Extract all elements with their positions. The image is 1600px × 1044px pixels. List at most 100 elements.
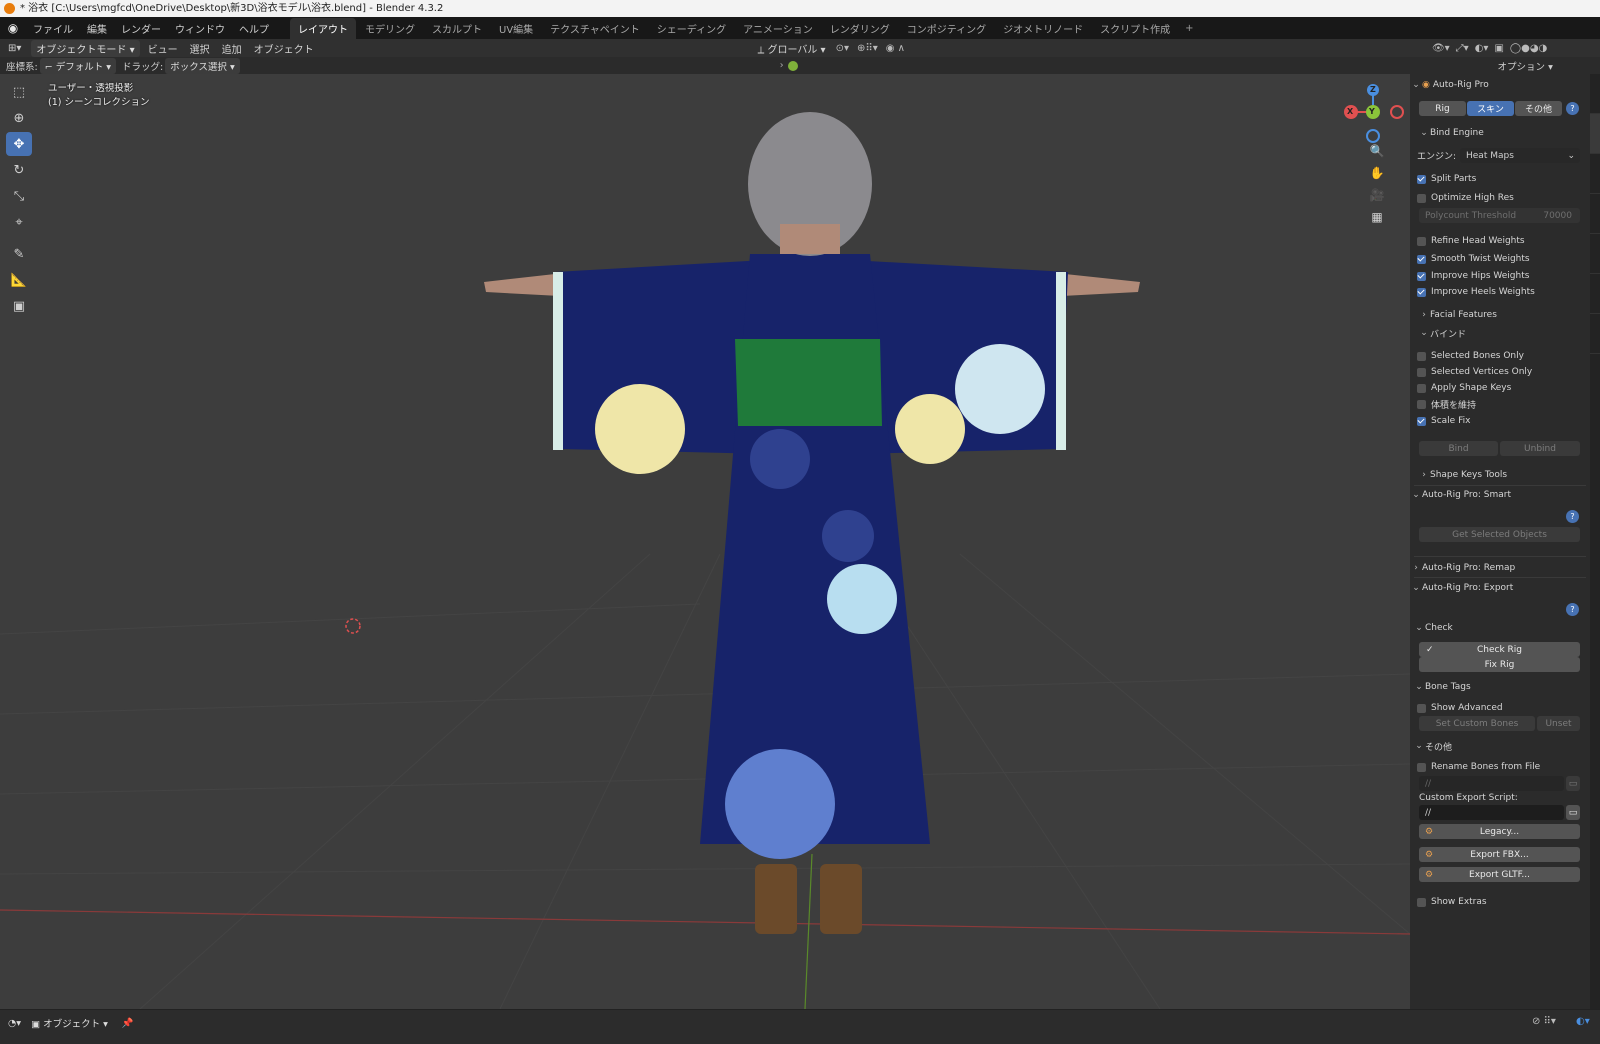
bone-tags-header[interactable]: ⌄ Bone Tags xyxy=(1410,679,1588,695)
tab-other[interactable]: その他 xyxy=(1515,101,1562,116)
mode-select[interactable]: オブジェクトモード ▾ xyxy=(31,39,140,57)
shading-modes-icon[interactable]: ◯●◕◑ xyxy=(1507,43,1550,54)
add-workspace-icon[interactable]: + xyxy=(1179,23,1199,34)
rename-bones-checkbox[interactable] xyxy=(1417,762,1426,772)
legacy-button[interactable]: ⚙ Legacy... xyxy=(1419,824,1580,839)
camera-view-icon[interactable]: 🎥 xyxy=(1366,184,1388,206)
export-gltf-button[interactable]: ⚙ Export GLTF... xyxy=(1419,867,1580,882)
menu-edit[interactable]: 編集 xyxy=(80,21,114,36)
measure-tool-icon[interactable]: 📐 xyxy=(6,268,32,292)
refine-head-checkbox[interactable] xyxy=(1417,236,1426,246)
select-box-icon[interactable]: ⬚ xyxy=(6,80,32,104)
check-rig-button[interactable]: ✓ Check Rig xyxy=(1419,642,1580,657)
sidebar-tab[interactable] xyxy=(1590,154,1600,194)
blender-logo-icon[interactable]: ◉ xyxy=(0,17,26,39)
scale-fix-row[interactable]: Scale Fix xyxy=(1410,413,1588,429)
zoom-icon[interactable]: 🔍 xyxy=(1366,140,1388,162)
keep-volume-row[interactable]: 体積を維持 xyxy=(1410,396,1588,412)
transform-tool-icon[interactable]: ⌖ xyxy=(6,210,32,234)
tab-rig[interactable]: Rig xyxy=(1419,101,1466,116)
smooth-twist-checkbox[interactable] xyxy=(1417,254,1426,264)
shape-keys-tools-header[interactable]: › Shape Keys Tools xyxy=(1410,467,1588,483)
split-parts-row[interactable]: Split Parts xyxy=(1410,171,1588,187)
smooth-twist-row[interactable]: Smooth Twist Weights xyxy=(1410,251,1588,267)
add-cube-tool-icon[interactable]: ▣ xyxy=(6,294,32,318)
tab-compositing[interactable]: コンポジティング xyxy=(899,18,994,39)
apply-shape-keys-checkbox[interactable] xyxy=(1417,383,1426,393)
show-extras-row[interactable]: Show Extras xyxy=(1410,894,1588,910)
show-advanced-row[interactable]: Show Advanced xyxy=(1410,700,1588,716)
cursor-tool-icon[interactable]: ⊕ xyxy=(6,106,32,130)
sidebar-tab[interactable] xyxy=(1590,114,1600,154)
show-advanced-checkbox[interactable] xyxy=(1417,703,1426,713)
pin-icon[interactable]: 📌 xyxy=(122,1018,134,1029)
object-menu[interactable]: オブジェクト xyxy=(248,41,320,56)
annotate-tool-icon[interactable]: ✎ xyxy=(6,242,32,266)
engine-select[interactable]: Heat Maps ⌄ xyxy=(1460,148,1580,163)
unset-button[interactable]: Unset xyxy=(1537,716,1580,731)
arp-panel-header[interactable]: ⌄ ◉ Auto-Rig Pro xyxy=(1410,77,1588,93)
gizmo-toggle-icon[interactable]: ⤢▾ xyxy=(1453,43,1472,54)
overlay-toggle-icon[interactable]: ◐▾ xyxy=(1576,1016,1590,1027)
editor-type-icon[interactable]: ⊞▾ xyxy=(0,43,29,54)
set-custom-bones-button[interactable]: Set Custom Bones xyxy=(1419,716,1535,731)
menu-file[interactable]: ファイル xyxy=(26,21,80,36)
optimize-high-res-row[interactable]: Optimize High Res xyxy=(1410,190,1588,206)
tab-animation[interactable]: アニメーション xyxy=(735,18,821,39)
folder-icon[interactable]: ▭ xyxy=(1566,776,1580,791)
snap-icon[interactable]: ⊕⠿▾ xyxy=(853,43,882,54)
rename-file-path-field[interactable]: // xyxy=(1419,776,1564,791)
selected-vertices-only-checkbox[interactable] xyxy=(1417,367,1426,377)
help-icon[interactable]: ? xyxy=(1566,603,1579,616)
export-fbx-button[interactable]: ⚙ Export FBX... xyxy=(1419,847,1580,862)
sidebar-tab[interactable] xyxy=(1590,314,1600,354)
overlay-toggle-icon[interactable]: ◐▾ xyxy=(1472,43,1492,54)
selected-bones-only-row[interactable]: Selected Bones Only xyxy=(1410,348,1588,364)
tab-modeling[interactable]: モデリング xyxy=(357,18,423,39)
folder-icon[interactable]: ▭ xyxy=(1566,805,1580,820)
scale-tool-icon[interactable]: ⤡ xyxy=(6,184,32,208)
polycount-threshold-field[interactable]: Polycount Threshold 70000 xyxy=(1419,208,1580,223)
tab-geometry-nodes[interactable]: ジオメトリノード xyxy=(995,18,1091,39)
move-tool-icon[interactable]: ✥ xyxy=(6,132,32,156)
check-section-header[interactable]: ⌄ Check xyxy=(1410,620,1588,636)
rotate-tool-icon[interactable]: ↻ xyxy=(6,158,32,182)
transform-orientation-select[interactable]: ⟂ グローバル ▾ xyxy=(752,41,832,56)
scale-fix-checkbox[interactable] xyxy=(1417,416,1426,426)
improve-hips-row[interactable]: Improve Hips Weights xyxy=(1410,268,1588,284)
tab-skin[interactable]: スキン xyxy=(1467,101,1514,116)
tab-rendering[interactable]: レンダリング xyxy=(822,18,898,39)
improve-heels-checkbox[interactable] xyxy=(1417,287,1426,297)
rename-bones-row[interactable]: Rename Bones from File xyxy=(1410,759,1588,775)
selected-vertices-only-row[interactable]: Selected Vertices Only xyxy=(1410,364,1588,380)
arp-smart-header[interactable]: ⌄ Auto-Rig Pro: Smart xyxy=(1410,487,1588,503)
tab-sculpt[interactable]: スカルプト xyxy=(424,18,490,39)
tab-layout[interactable]: レイアウト xyxy=(290,17,356,39)
add-menu[interactable]: 追加 xyxy=(216,41,248,56)
improve-hips-checkbox[interactable] xyxy=(1417,271,1426,281)
editor-type-icon[interactable]: ◔▾ xyxy=(8,1018,21,1029)
improve-heels-row[interactable]: Improve Heels Weights xyxy=(1410,284,1588,300)
get-selected-objects-button[interactable]: Get Selected Objects xyxy=(1419,527,1580,542)
options-menu[interactable]: オプション ▾ xyxy=(1498,59,1553,73)
proportional-edit-icon[interactable]: ◉ ∧ xyxy=(882,43,909,54)
select-menu[interactable]: 選択 xyxy=(184,41,216,56)
footer-mode-select[interactable]: ▣ オブジェクト ▾ xyxy=(31,1016,108,1030)
tab-scripting[interactable]: スクリプト作成 xyxy=(1092,18,1178,39)
bind-section-header[interactable]: ⌄ バインド xyxy=(1410,325,1588,341)
split-parts-checkbox[interactable] xyxy=(1417,174,1426,184)
pivot-icon[interactable]: ⊙▾ xyxy=(832,43,853,54)
bind-button[interactable]: Bind xyxy=(1419,441,1498,456)
other-section-header[interactable]: ⌄ その他 xyxy=(1410,738,1588,754)
menu-window[interactable]: ウィンドウ xyxy=(168,21,232,36)
sidebar-tab[interactable] xyxy=(1590,234,1600,274)
pan-hand-icon[interactable]: ✋ xyxy=(1366,162,1388,184)
snap-icon[interactable]: ⊘ ⠿▾ xyxy=(1532,1016,1556,1027)
arp-remap-header[interactable]: › Auto-Rig Pro: Remap xyxy=(1410,560,1588,576)
sidebar-tab[interactable] xyxy=(1590,194,1600,234)
apply-shape-keys-row[interactable]: Apply Shape Keys xyxy=(1410,380,1588,396)
menu-render[interactable]: レンダー xyxy=(114,21,168,36)
coord-select[interactable]: ⌐ デフォルト ▾ xyxy=(39,57,116,74)
optimize-high-res-checkbox[interactable] xyxy=(1417,193,1426,203)
arp-export-header[interactable]: ⌄ Auto-Rig Pro: Export xyxy=(1410,580,1588,596)
